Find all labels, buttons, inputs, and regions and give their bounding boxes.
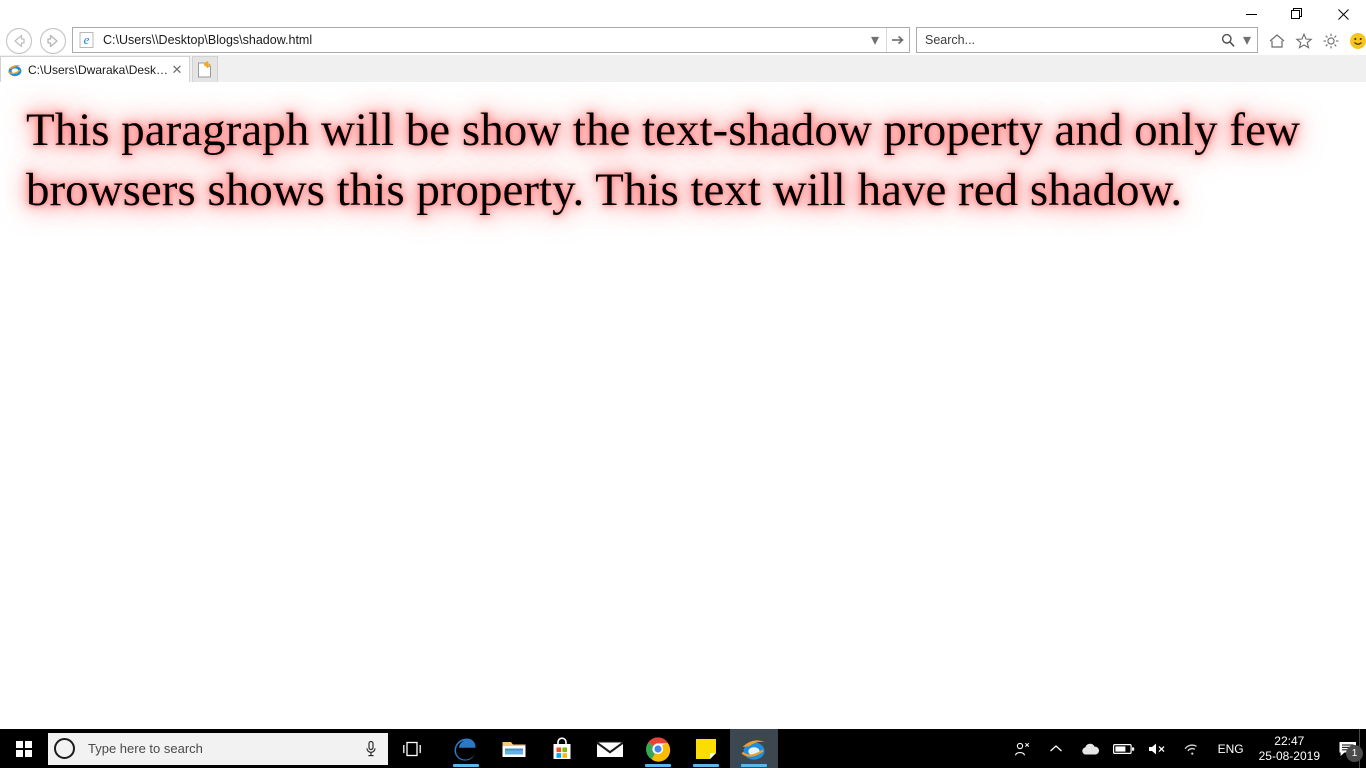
tab-strip: C:\Users\Dwaraka\Desktop... ✕ — [0, 55, 1366, 83]
tab-title: C:\Users\Dwaraka\Desktop... — [28, 62, 169, 77]
browser-tab[interactable]: C:\Users\Dwaraka\Desktop... ✕ — [0, 56, 190, 82]
smiley-feedback-icon[interactable] — [1345, 28, 1366, 53]
volume-muted-icon[interactable] — [1141, 729, 1175, 768]
show-hidden-icons-chevron-up-icon[interactable] — [1039, 729, 1073, 768]
show-desktop-button[interactable] — [1359, 729, 1366, 768]
search-dropdown-icon[interactable]: ▾ — [1240, 28, 1254, 52]
windows-logo-icon — [16, 740, 32, 757]
address-dropdown-icon[interactable]: ▾ — [864, 28, 886, 52]
home-icon[interactable] — [1264, 28, 1289, 53]
favorites-star-icon[interactable] — [1291, 28, 1316, 53]
app-running-indicator — [453, 764, 479, 767]
internet-explorer-icon — [6, 61, 24, 79]
taskbar-app-internet-explorer[interactable] — [730, 729, 778, 768]
go-arrow-icon[interactable] — [887, 28, 909, 52]
language-indicator[interactable]: ENG — [1209, 729, 1253, 768]
task-view-button[interactable] — [388, 729, 436, 768]
taskbar-search-box[interactable]: Type here to search — [48, 732, 388, 765]
desktop-screen: e C:\Users\\Desktop\Blogs\shadow.html ▾ … — [0, 0, 1366, 768]
wifi-icon[interactable] — [1175, 729, 1209, 768]
app-running-indicator — [645, 764, 671, 767]
clock[interactable]: 22:47 25-08-2019 — [1253, 729, 1330, 768]
microphone-icon[interactable] — [354, 733, 388, 765]
clock-date: 25-08-2019 — [1258, 748, 1320, 763]
taskbar-app-file-explorer[interactable] — [490, 729, 538, 768]
onedrive-cloud-icon[interactable] — [1073, 729, 1107, 768]
app-running-indicator — [693, 764, 719, 767]
forward-arrow-icon[interactable] — [38, 26, 68, 56]
taskbar-app-sticky-notes[interactable] — [682, 729, 730, 768]
search-icon[interactable] — [1216, 28, 1240, 52]
new-tab-button[interactable] — [192, 56, 218, 82]
search-input[interactable]: Search... — [917, 33, 1216, 47]
taskbar-search-input[interactable]: Type here to search — [80, 741, 354, 756]
system-tray: ENG 22:47 25-08-2019 1 — [1005, 729, 1366, 768]
people-icon[interactable] — [1005, 729, 1039, 768]
taskbar-app-store[interactable] — [538, 729, 586, 768]
taskbar-app-buttons — [442, 729, 778, 768]
svg-text:e: e — [84, 32, 90, 47]
settings-gear-icon[interactable] — [1318, 28, 1343, 53]
new-tab-page-icon — [198, 60, 212, 77]
command-bar — [1264, 28, 1366, 53]
text-shadow-paragraph: This paragraph will be show the text-sha… — [26, 104, 1300, 216]
browser-window-chrome: e C:\Users\\Desktop\Blogs\shadow.html ▾ … — [0, 0, 1366, 83]
internet-explorer-icon: e — [76, 28, 98, 52]
app-running-indicator — [741, 764, 767, 767]
close-icon[interactable]: ✕ — [169, 61, 185, 79]
cortana-icon[interactable] — [48, 733, 80, 765]
taskbar-app-chrome[interactable] — [634, 729, 682, 768]
address-bar-text[interactable]: C:\Users\\Desktop\Blogs\shadow.html — [98, 33, 864, 47]
address-bar[interactable]: e C:\Users\\Desktop\Blogs\shadow.html ▾ — [72, 27, 910, 53]
taskbar-app-mail[interactable] — [586, 729, 634, 768]
start-button[interactable] — [0, 729, 48, 768]
web-page-content: This paragraph will be show the text-sha… — [0, 82, 1366, 723]
browser-search-box[interactable]: Search... ▾ — [916, 27, 1258, 53]
battery-icon[interactable] — [1107, 729, 1141, 768]
clock-time: 22:47 — [1274, 733, 1305, 748]
back-arrow-icon[interactable] — [4, 26, 34, 56]
taskbar-app-edge[interactable] — [442, 729, 490, 768]
